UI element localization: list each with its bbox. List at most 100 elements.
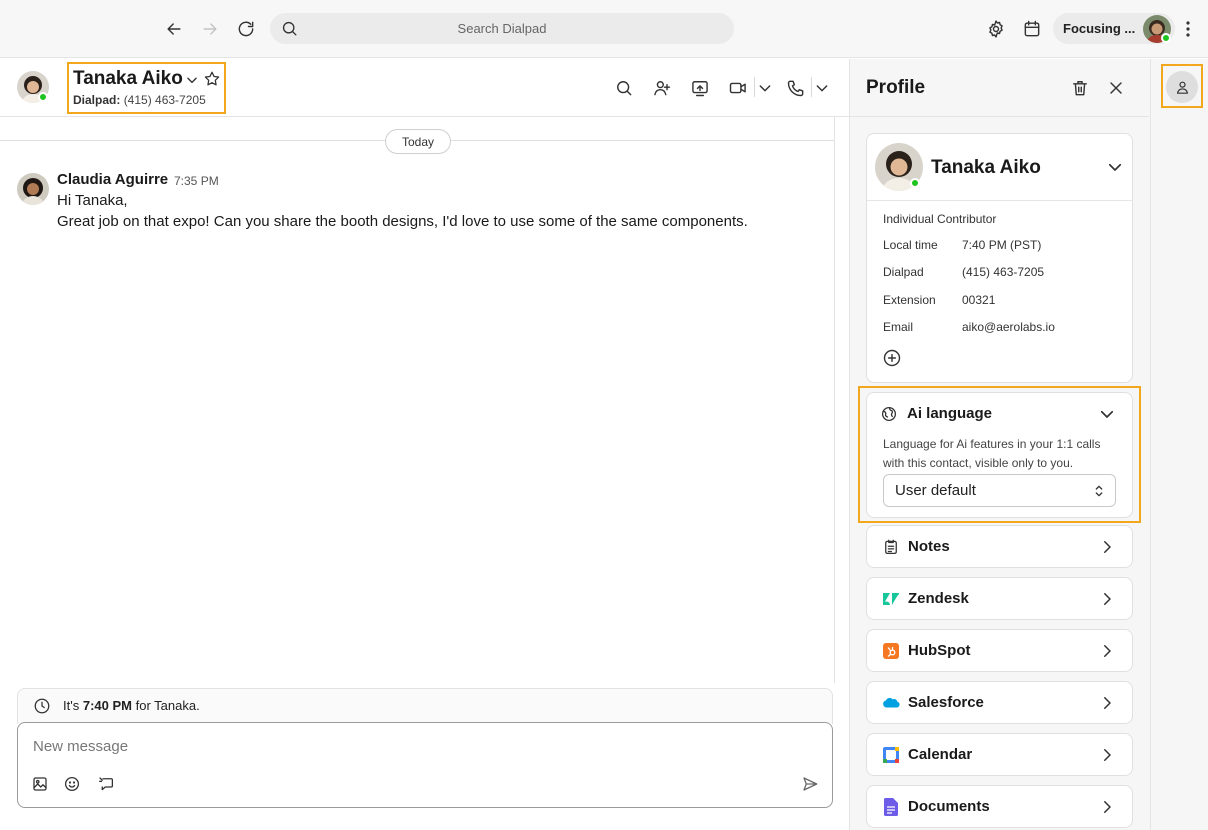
google-calendar-logo bbox=[883, 747, 899, 763]
attach-image-button[interactable] bbox=[29, 773, 51, 795]
hubspot-icon bbox=[882, 642, 900, 660]
call-options-button[interactable] bbox=[813, 77, 831, 99]
ai-language-title: Ai language bbox=[907, 405, 993, 422]
shortcuts-button[interactable] bbox=[95, 773, 117, 795]
calendar-label: Calendar bbox=[908, 746, 973, 763]
chevron-down-icon bbox=[1100, 410, 1114, 418]
my-presence-dot bbox=[1161, 33, 1171, 43]
add-person-button[interactable] bbox=[651, 77, 673, 99]
chevron-down-icon bbox=[1108, 163, 1122, 171]
message-input[interactable] bbox=[33, 738, 733, 755]
zendesk-label: Zendesk bbox=[908, 590, 969, 607]
notes-icon-svg bbox=[885, 539, 897, 555]
video-call-button[interactable] bbox=[727, 77, 749, 99]
contact-subtitle: Dialpad: (415) 463-7205 bbox=[73, 93, 206, 107]
chevron-updown-icon bbox=[1095, 485, 1103, 497]
salesforce-row[interactable]: Salesforce bbox=[866, 681, 1133, 724]
local-time-prefix: It's bbox=[63, 698, 80, 713]
local-time-value: 7:40 PM bbox=[82, 698, 132, 713]
contact-name[interactable]: Tanaka Aiko bbox=[73, 68, 183, 90]
ai-language-description: with this contact, visible only to you. bbox=[883, 456, 1074, 470]
field-label-extension: Extension bbox=[883, 293, 936, 307]
search-bar[interactable] bbox=[270, 13, 734, 44]
profile-name: Tanaka Aiko bbox=[931, 157, 1041, 178]
divider bbox=[811, 77, 812, 97]
person-icon bbox=[1176, 81, 1188, 94]
search-conversation-button[interactable] bbox=[613, 77, 635, 99]
emoji-icon bbox=[64, 776, 80, 792]
contact-presence-dot bbox=[38, 92, 48, 102]
add-field-button[interactable] bbox=[882, 348, 902, 368]
zendesk-logo bbox=[883, 593, 899, 605]
message-author[interactable]: Claudia Aguirre bbox=[57, 171, 168, 188]
field-value-dialpad[interactable]: (415) 463-7205 bbox=[962, 265, 1044, 279]
reload-icon bbox=[238, 21, 254, 37]
zendesk-row[interactable]: Zendesk bbox=[866, 577, 1133, 620]
favorite-button[interactable] bbox=[203, 70, 221, 88]
settings-button[interactable] bbox=[985, 18, 1007, 40]
arrow-left-icon bbox=[167, 23, 181, 35]
ai-language-selected: User default bbox=[895, 482, 976, 499]
scrollbar-track[interactable] bbox=[834, 117, 835, 683]
documents-logo bbox=[884, 798, 898, 816]
zendesk-icon bbox=[882, 590, 900, 608]
contact-menu-toggle[interactable] bbox=[185, 73, 199, 87]
profile-toggle-button[interactable] bbox=[1166, 71, 1198, 103]
ai-language-toggle[interactable] bbox=[1098, 405, 1116, 423]
profile-card-toggle[interactable] bbox=[1106, 158, 1124, 176]
chevron-down-icon bbox=[816, 85, 828, 92]
field-value-email[interactable]: aiko@aerolabs.io bbox=[962, 320, 1055, 334]
share-screen-button[interactable] bbox=[689, 77, 711, 99]
video-options-button[interactable] bbox=[756, 77, 774, 99]
right-rail bbox=[1150, 59, 1208, 830]
message-composer[interactable] bbox=[17, 722, 833, 808]
ai-language-select[interactable]: User default bbox=[883, 474, 1116, 507]
plus-circle-icon bbox=[883, 349, 901, 367]
notes-row[interactable]: Notes bbox=[866, 525, 1133, 568]
day-divider-label: Today bbox=[385, 129, 451, 154]
message-text-line: Great job on that expo! Can you share th… bbox=[57, 213, 748, 230]
more-menu-button[interactable] bbox=[1178, 18, 1198, 40]
contact-phone: (415) 463-7205 bbox=[123, 93, 206, 107]
field-value-extension: 00321 bbox=[962, 293, 996, 307]
reload-button[interactable] bbox=[235, 18, 257, 40]
message-text-line: Hi Tanaka, bbox=[57, 192, 128, 209]
chevron-right-icon bbox=[1104, 749, 1111, 761]
hubspot-row[interactable]: HubSpot bbox=[866, 629, 1133, 672]
search-icon bbox=[617, 81, 632, 96]
local-time-suffix: for Tanaka. bbox=[135, 698, 200, 713]
clock-icon-svg bbox=[34, 698, 50, 714]
calendar-icon bbox=[882, 746, 900, 764]
phone-icon bbox=[787, 80, 804, 97]
field-label-dialpad: Dialpad bbox=[883, 265, 924, 279]
notes-icon bbox=[882, 538, 900, 556]
message-author-avatar[interactable] bbox=[17, 173, 49, 205]
send-button[interactable] bbox=[799, 773, 821, 795]
top-bar: Focusing ... bbox=[0, 0, 1208, 58]
local-time-text: It's 7:40 PM for Tanaka. bbox=[63, 698, 200, 713]
field-label-email: Email bbox=[883, 320, 914, 334]
voice-call-button[interactable] bbox=[785, 77, 807, 99]
calendar-icon bbox=[1024, 20, 1040, 37]
delete-button[interactable] bbox=[1070, 78, 1090, 98]
chevron-right-icon bbox=[1104, 645, 1111, 657]
salesforce-icon bbox=[882, 694, 900, 712]
gear-icon bbox=[989, 20, 1003, 38]
emoji-button[interactable] bbox=[61, 773, 83, 795]
status-label: Focusing ... bbox=[1063, 21, 1136, 36]
search-input[interactable] bbox=[270, 13, 734, 44]
forward-button[interactable] bbox=[199, 18, 221, 40]
search-icon bbox=[282, 21, 297, 36]
calendar-button[interactable] bbox=[1021, 18, 1043, 40]
close-panel-button[interactable] bbox=[1106, 78, 1126, 98]
back-button[interactable] bbox=[163, 18, 185, 40]
documents-row[interactable]: Documents bbox=[866, 785, 1133, 828]
documents-label: Documents bbox=[908, 798, 990, 815]
ai-language-description: Language for Ai features in your 1:1 cal… bbox=[883, 437, 1101, 451]
divider bbox=[754, 77, 755, 97]
chevron-down-icon bbox=[759, 85, 771, 92]
profile-role: Individual Contributor bbox=[883, 212, 997, 226]
globe-icon-svg bbox=[881, 406, 897, 422]
close-icon bbox=[1110, 82, 1122, 94]
calendar-row[interactable]: Calendar bbox=[866, 733, 1133, 776]
